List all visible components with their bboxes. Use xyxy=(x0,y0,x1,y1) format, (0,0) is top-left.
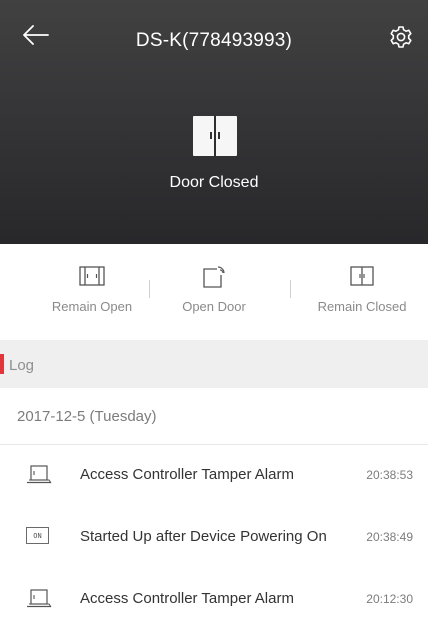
door-handle xyxy=(218,132,220,139)
log-entry[interactable]: Access Controller Tamper Alarm 20:38:53 xyxy=(0,444,428,506)
open-door-label: Open Door xyxy=(182,299,246,314)
door-closed-icon xyxy=(193,116,237,156)
laptop-icon xyxy=(27,589,52,608)
log-section-header: Log xyxy=(0,340,428,388)
log-accent-bar xyxy=(0,354,4,374)
power-on-icon: ON xyxy=(26,527,49,544)
log-date-row: 2017-12-5 (Tuesday) xyxy=(0,388,428,445)
log-title: Log xyxy=(9,357,35,374)
log-event-time: 20:12:30 xyxy=(366,592,413,606)
remain-closed-button[interactable]: Remain Closed xyxy=(297,244,427,340)
open-door-button[interactable]: Open Door xyxy=(149,244,279,340)
log-event-time: 20:38:49 xyxy=(366,530,413,544)
log-event-text: Access Controller Tamper Alarm xyxy=(80,466,294,483)
remain-closed-label: Remain Closed xyxy=(317,299,407,314)
remain-open-label: Remain Open xyxy=(51,299,133,314)
log-entry[interactable]: ON Started Up after Device Powering On 2… xyxy=(0,506,428,568)
settings-button[interactable] xyxy=(384,20,418,54)
log-event-text: Access Controller Tamper Alarm xyxy=(80,590,294,607)
laptop-icon xyxy=(27,465,52,484)
log-event-time: 20:38:53 xyxy=(366,468,413,482)
door-header: DS-K(778493993) Door Closed xyxy=(0,0,428,244)
door-remain-open-icon xyxy=(79,266,105,286)
log-event-text: Started Up after Device Powering On xyxy=(80,528,327,545)
door-controls: Remain Open Open Door Remain Closed xyxy=(0,244,428,340)
log-entry[interactable]: Access Controller Tamper Alarm 20:12:30 xyxy=(0,568,428,630)
door-open-icon xyxy=(203,266,225,288)
device-title: DS-K(778493993) xyxy=(135,30,293,51)
divider xyxy=(290,280,291,298)
door-split xyxy=(214,116,216,156)
door-status: Door Closed xyxy=(169,174,259,191)
door-handle xyxy=(210,132,212,139)
door-remain-closed-icon xyxy=(350,266,374,286)
log-date: 2017-12-5 (Tuesday) xyxy=(17,408,157,425)
gear-icon xyxy=(390,26,412,48)
remain-open-button[interactable]: Remain Open xyxy=(27,244,157,340)
